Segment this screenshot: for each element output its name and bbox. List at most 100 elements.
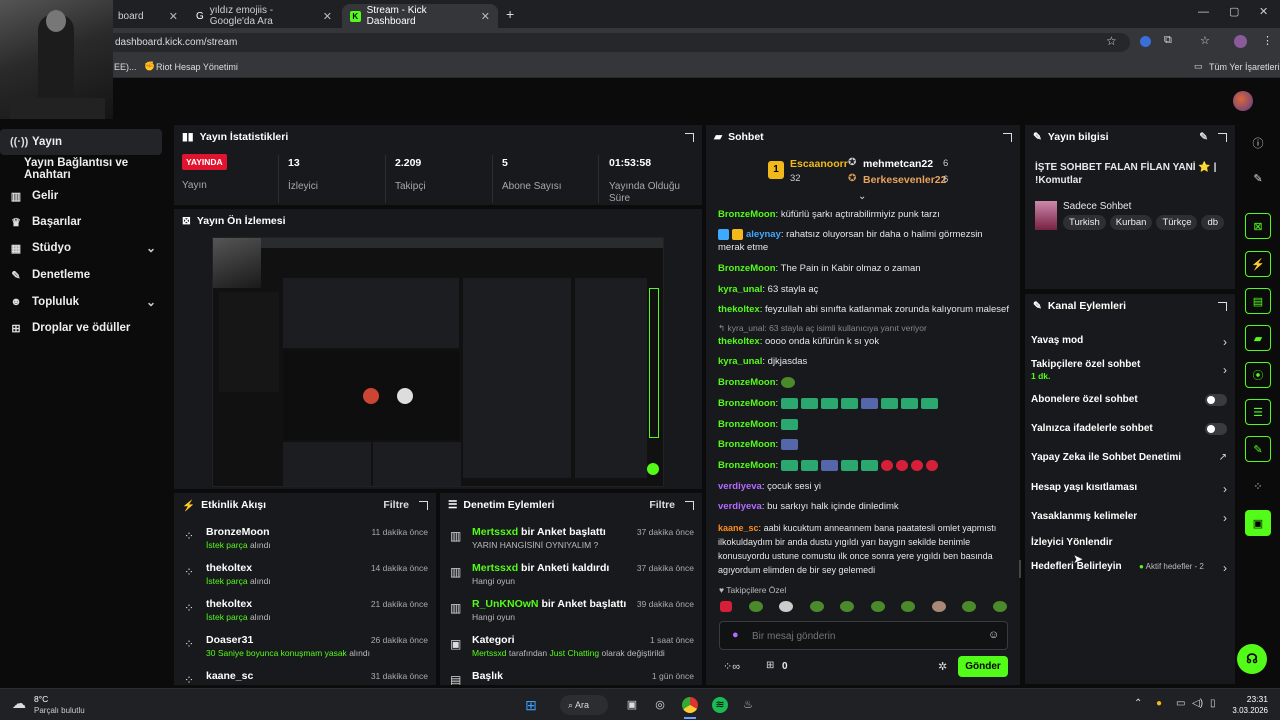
top-supporter[interactable]: Escaanoorr — [790, 158, 848, 170]
emote-icon[interactable] — [720, 601, 732, 612]
minimize-icon[interactable]: — — [1198, 6, 1209, 18]
sidebar-item-gelir[interactable]: ▥ Gelir — [10, 186, 58, 206]
wrench-widget-icon[interactable]: ✎ — [1245, 436, 1271, 462]
chat-user[interactable]: kyra_unal — [718, 284, 762, 295]
chat-user[interactable]: kaane_sc — [718, 523, 759, 533]
toggle-switch[interactable] — [1205, 394, 1227, 406]
emote-icon[interactable] — [870, 601, 885, 612]
chat-user[interactable]: verdiyeva — [718, 501, 762, 512]
chat-user[interactable]: aleynay — [746, 229, 781, 240]
clock-time[interactable]: 23:31 — [1228, 694, 1268, 704]
battery-icon[interactable]: ▯ — [1210, 698, 1216, 709]
chevron-right-icon[interactable]: › — [1223, 363, 1227, 377]
user-avatar[interactable] — [1233, 91, 1253, 111]
category-thumbnail[interactable] — [1035, 201, 1057, 230]
steam-helper-icon[interactable]: ◎ — [652, 697, 668, 713]
mod-user[interactable]: Mertssxd — [472, 648, 506, 658]
chevron-right-icon[interactable]: › — [1223, 482, 1227, 496]
mod-user[interactable]: R_UnKNOwN — [472, 598, 539, 610]
chat-user[interactable]: BronzeMoon — [718, 460, 776, 471]
mod-user[interactable]: Mertssxd — [472, 562, 518, 574]
action-banned-words[interactable]: Yasaklanmış kelimeler › — [1031, 511, 1227, 525]
chat-user[interactable]: kyra_unal — [718, 356, 762, 367]
chevron-right-icon[interactable]: › — [1223, 561, 1227, 575]
list-widget-icon[interactable]: ☰ — [1245, 399, 1271, 425]
popout-icon[interactable] — [1218, 132, 1227, 142]
support-headset-icon[interactable]: ☊ — [1237, 644, 1267, 674]
settings-gear-icon[interactable]: ✲ — [938, 660, 947, 673]
chat-user[interactable]: verdiyeva — [718, 481, 762, 492]
tag[interactable]: db — [1201, 215, 1225, 230]
action-slow-mode[interactable]: Yavaş mod › — [1031, 335, 1227, 349]
emote-icon[interactable] — [748, 601, 763, 612]
chat-widget-icon[interactable]: ▰ — [1245, 325, 1271, 351]
popout-icon[interactable] — [419, 500, 428, 510]
edit-icon[interactable]: ✎ — [1199, 131, 1208, 143]
activity-user[interactable]: thekoltex — [206, 598, 252, 610]
clock-date[interactable]: 3.03.2026 — [1224, 706, 1268, 715]
close-icon[interactable]: ✕ — [481, 10, 490, 23]
activity-user[interactable]: BronzeMoon — [206, 526, 270, 538]
url-field[interactable]: dashboard.kick.com/stream — [105, 33, 1130, 52]
extension-icon[interactable] — [1140, 36, 1151, 47]
bookmark-icon[interactable]: ☆ — [1200, 34, 1210, 47]
sidebar-item-denetleme[interactable]: ✎ Denetleme — [10, 265, 90, 285]
chat-user[interactable]: BronzeMoon — [718, 377, 776, 388]
sidebar-item-topluluk[interactable]: ☻ Topluluk ⌄ — [10, 292, 156, 312]
sidebar-item-studyo[interactable]: ▦ Stüdyo ⌄ — [10, 238, 156, 258]
popout-icon[interactable] — [685, 132, 694, 142]
info-icon[interactable]: ⓘ — [1245, 130, 1271, 156]
tag[interactable]: Turkish — [1063, 215, 1106, 230]
chat-user[interactable]: BronzeMoon — [718, 263, 776, 274]
sidebar-item-basarilar[interactable]: ♛ Başarılar — [10, 212, 81, 232]
chat-user[interactable]: thekoltex — [718, 336, 760, 347]
chat-input-box[interactable]: ● ☺ — [719, 621, 1008, 650]
top-supporter[interactable]: Berkesevenler22 — [863, 174, 946, 186]
plugin-widget-icon[interactable]: ▣ — [1245, 510, 1271, 536]
tag[interactable]: Kurban — [1109, 215, 1153, 230]
steam-icon[interactable]: ♨ — [740, 697, 756, 713]
browser-tab[interactable]: board ✕ — [110, 4, 186, 28]
chat-user[interactable]: BronzeMoon — [718, 398, 776, 409]
activity-user[interactable]: thekoltex — [206, 562, 252, 574]
preview-widget-icon[interactable]: ⊠ — [1245, 213, 1271, 239]
menu-icon[interactable]: ⋮ — [1262, 34, 1273, 47]
sidebar-item-droplar[interactable]: ⊞ Droplar ve ödüller — [10, 318, 130, 338]
top-supporter[interactable]: mehmetcan22 — [863, 158, 933, 170]
mic-icon[interactable]: ● — [732, 629, 739, 641]
tag[interactable]: Türkçe — [1156, 215, 1198, 230]
browser-tab-active[interactable]: K Stream - Kick Dashboard ✕ — [342, 4, 498, 28]
bolt-widget-icon[interactable]: ⚡ — [1245, 251, 1271, 277]
chevron-right-icon[interactable]: › — [1223, 335, 1227, 349]
popout-icon[interactable] — [685, 500, 694, 510]
sidebar-item-stream-key[interactable]: Yayın Bağlantısı ve Anahtarı — [24, 157, 170, 181]
action-raid[interactable]: İzleyici Yönlendir — [1031, 537, 1227, 548]
close-icon[interactable]: ✕ — [323, 10, 332, 23]
chat-input[interactable] — [752, 628, 972, 644]
category-name[interactable]: Sadece Sohbet — [1063, 201, 1131, 212]
emote-icon[interactable] — [962, 601, 977, 612]
chevron-right-icon[interactable]: › — [1223, 511, 1227, 525]
emote-icon[interactable] — [901, 601, 916, 612]
activity-user[interactable]: Doaser31 — [206, 634, 253, 646]
sidebar-item-yayin[interactable]: ((·)) Yayın — [10, 132, 62, 152]
task-view-icon[interactable]: ▣ — [624, 697, 640, 713]
emote-icon[interactable] — [779, 601, 794, 612]
external-link-icon[interactable]: ↗ — [1219, 452, 1227, 463]
chat-user[interactable]: thekoltex — [718, 304, 760, 315]
expand-icon[interactable]: ⌄ — [858, 191, 866, 202]
emote-icon[interactable] — [931, 601, 946, 612]
star-icon[interactable]: ☆ — [1106, 34, 1117, 48]
action-followers-only[interactable]: Takipçilere özel sohbet 1 dk. › — [1031, 359, 1227, 381]
tray-chevron-icon[interactable]: ⌃ — [1134, 698, 1142, 709]
popout-icon[interactable] — [1218, 301, 1227, 311]
chevron-down-icon[interactable]: ⌄ — [146, 295, 156, 309]
emote-icon[interactable] — [992, 601, 1007, 612]
chat-user[interactable]: BronzeMoon — [718, 439, 776, 450]
broadcast-widget-icon[interactable]: ⦿ — [1245, 362, 1271, 388]
emoji-icon[interactable]: ☺ — [988, 629, 999, 641]
all-bookmarks[interactable]: Tüm Yer İşaretleri — [1209, 62, 1280, 72]
gift-icon[interactable]: ⊞ — [766, 660, 774, 671]
stream-preview[interactable] — [212, 237, 664, 487]
popout-icon[interactable] — [1003, 132, 1012, 142]
